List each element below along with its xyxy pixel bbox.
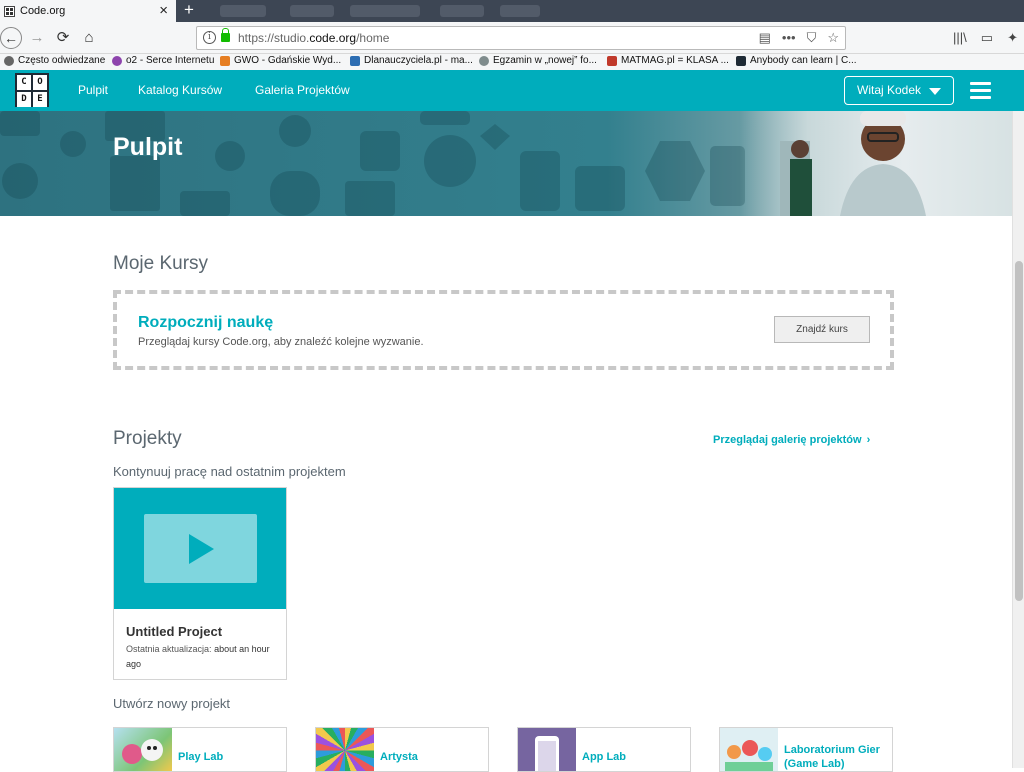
bookmark-star-icon[interactable]: ☆ <box>827 27 839 49</box>
new-project-game-lab[interactable]: Laboratorium Gier (Game Lab) <box>719 727 893 772</box>
artist-label: Artysta <box>380 751 418 763</box>
o2-icon <box>112 55 122 66</box>
code-org-icon <box>736 55 746 66</box>
site-info-icon[interactable]: i <box>203 31 216 44</box>
bookmarks-toolbar: Często odwiedzane o2 - Serce Internetu G… <box>0 54 1024 70</box>
forward-arrow-icon[interactable]: → <box>28 27 46 49</box>
page-title: Pulpit <box>113 133 183 161</box>
reader-view-icon[interactable]: ▤ <box>759 27 771 49</box>
start-learning-description: Przeglądaj kursy Code.org, aby znaleźć k… <box>138 336 424 348</box>
play-icon <box>189 534 214 564</box>
hero-photo <box>740 111 1012 216</box>
pocket-icon[interactable]: ⛉ <box>807 27 817 49</box>
bookmark-item[interactable]: GWO - Gdańskie Wyd... <box>220 55 341 66</box>
play-lab-label: Play Lab <box>178 751 224 763</box>
scrollbar-thumb[interactable] <box>1015 261 1023 601</box>
start-learning-box: Rozpocznij naukę Przeglądaj kursy Code.o… <box>113 290 894 370</box>
matmag-icon <box>607 55 617 66</box>
continue-project-label: Kontynuuj pracę nad ostatnim projektem <box>113 464 346 479</box>
background-tab[interactable] <box>220 5 266 17</box>
library-icon[interactable]: |||\ <box>953 30 967 46</box>
url-tools: ▤ ••• ⛉ ☆ <box>759 27 839 49</box>
dlanauczyciela-icon <box>350 55 360 66</box>
background-tab[interactable] <box>500 5 540 17</box>
projects-heading: Projekty <box>113 428 182 449</box>
hamburger-menu-icon[interactable] <box>970 82 991 99</box>
lock-icon <box>221 28 230 42</box>
browser-nav-bar: ← → ⟳ ⌂ i https://studio.code.org/home ▤… <box>0 22 1024 54</box>
project-thumbnail[interactable] <box>114 488 286 609</box>
nav-link-project-gallery[interactable]: Galeria Projektów <box>255 83 350 97</box>
view-project-gallery-link[interactable]: Przeglądaj galerię projektów › <box>713 434 870 446</box>
code-org-logo[interactable]: C O D E <box>15 73 49 107</box>
background-tab[interactable] <box>290 5 334 17</box>
browser-tab-bar: Code.org × + <box>0 0 1024 22</box>
app-lab-label: App Lab <box>582 751 626 763</box>
extension-icon[interactable]: ✦ <box>1007 30 1018 46</box>
reload-icon[interactable]: ⟳ <box>54 27 72 49</box>
page-actions-icon[interactable]: ••• <box>782 27 796 49</box>
nav-link-dashboard[interactable]: Pulpit <box>78 83 108 97</box>
home-icon[interactable]: ⌂ <box>80 27 98 49</box>
browser-tab[interactable]: Code.org × <box>0 0 176 22</box>
project-updated: Ostatnia aktualizacja: about an hour ago <box>126 644 270 669</box>
bookmark-item[interactable]: Dlanauczyciela.pl - ma... <box>350 55 473 66</box>
recent-project-card[interactable]: Untitled Project Ostatnia aktualizacja: … <box>113 487 287 680</box>
dashboard-banner: Pulpit <box>0 111 1012 216</box>
bookmark-item[interactable]: Egzamin w „nowej” fo... <box>479 55 597 66</box>
create-project-label: Utwórz nowy projekt <box>113 696 231 711</box>
artist-thumbnail <box>316 728 374 771</box>
chevron-right-icon: › <box>866 434 871 446</box>
bookmark-item[interactable]: MATMAG.pl = KLASA ... <box>607 55 729 66</box>
globe-icon <box>479 55 489 66</box>
nav-link-course-catalog[interactable]: Katalog Kursów <box>138 83 222 97</box>
site-header: C O D E Pulpit Katalog Kursów Galeria Pr… <box>0 70 1024 111</box>
user-menu-button[interactable]: Witaj Kodek <box>844 76 954 105</box>
address-bar[interactable]: i https://studio.code.org/home ▤ ••• ⛉ ☆ <box>196 26 846 50</box>
gear-icon <box>4 55 14 66</box>
find-course-button[interactable]: Znajdź kurs <box>774 316 870 343</box>
app-lab-thumbnail <box>518 728 576 771</box>
tab-title: Code.org <box>20 5 66 17</box>
browser-toolbar-right: |||\ ▭ ✦ <box>953 30 1018 46</box>
my-courses-heading: Moje Kursy <box>113 253 209 274</box>
start-learning-title: Rozpocznij naukę <box>138 314 274 331</box>
play-lab-thumbnail <box>114 728 172 771</box>
code-org-favicon-icon <box>4 5 15 17</box>
url-text[interactable]: https://studio.code.org/home <box>238 27 389 49</box>
decorative-icon-pattern <box>0 111 745 216</box>
background-tab[interactable] <box>350 5 420 17</box>
background-tab[interactable] <box>440 5 484 17</box>
game-lab-label: Laboratorium Gier (Game Lab) <box>784 744 880 770</box>
sidebar-icon[interactable]: ▭ <box>981 30 993 46</box>
bookmark-item[interactable]: o2 - Serce Internetu <box>112 55 214 66</box>
new-project-play-lab[interactable]: Play Lab <box>113 727 287 772</box>
caret-down-icon <box>929 88 941 95</box>
bookmark-item[interactable]: Anybody can learn | C... <box>736 55 857 66</box>
project-name[interactable]: Untitled Project <box>126 624 222 639</box>
game-lab-thumbnail <box>720 728 778 771</box>
back-arrow-icon[interactable]: ← <box>0 27 22 49</box>
new-project-app-lab[interactable]: App Lab <box>517 727 691 772</box>
gwo-icon <box>220 55 230 66</box>
new-project-artist[interactable]: Artysta <box>315 727 489 772</box>
page-scrollbar[interactable] <box>1012 111 1024 768</box>
close-tab-icon[interactable]: × <box>159 2 168 20</box>
project-screen <box>144 514 257 583</box>
bookmark-item[interactable]: Często odwiedzane <box>4 55 105 66</box>
new-tab-button[interactable]: + <box>180 0 198 22</box>
